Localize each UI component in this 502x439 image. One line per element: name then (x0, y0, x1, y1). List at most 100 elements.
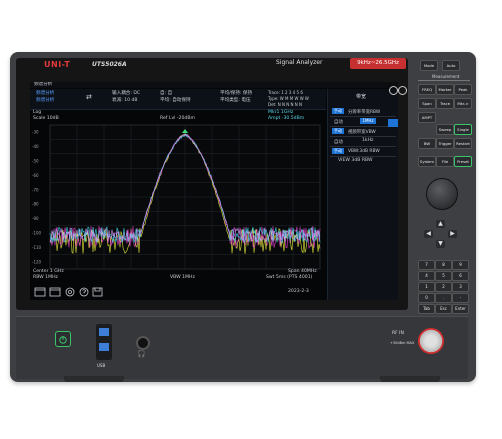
system-key[interactable]: System (418, 156, 436, 167)
datetime: 2023-2-3 (288, 289, 309, 294)
analyzer-screen: 频谱分析 频谱分析 频谱分析 ⇄ 输入耦合: DC 衰减: 10 dB 自: 自… (30, 82, 398, 300)
restart-key[interactable]: Restart (454, 138, 472, 149)
single-key[interactable]: Single (454, 124, 472, 135)
panel-row-rbw-value[interactable]: 自动 1MHz (330, 117, 396, 127)
digit-8-key[interactable]: 8 (435, 260, 452, 270)
rbw-value[interactable]: 1MHz (360, 118, 376, 124)
y-tick-label: -90 (32, 216, 39, 221)
panel-row-vbw-value[interactable]: 自动 1kHz (330, 137, 396, 147)
rbw-mode-button[interactable]: 手动 (332, 108, 344, 114)
usb-port-1[interactable] (99, 328, 109, 336)
rbw-readout: RBW 1MHz (33, 275, 58, 280)
panel-row-ratio[interactable]: 手动 VBW:3dB RBW (330, 147, 396, 157)
decimal-key[interactable]: . (435, 293, 452, 303)
sweep-readout: Swt 5ms (PTS 4001) (266, 275, 313, 280)
softkey-panel: 带宽 手动 分辨率带宽RBW 自动 1MHz 手动 视频带宽VBW 自动 1kH… (327, 89, 398, 300)
trace-line: Trace: 1 2 3 4 5 6 (268, 90, 303, 95)
info-col-3-b: 平均类型: 电压 (220, 98, 251, 103)
usb-port-2[interactable] (99, 343, 109, 351)
rotary-knob[interactable] (426, 178, 458, 210)
auto-key[interactable]: Auto (442, 60, 460, 71)
digit-6-key[interactable]: 6 (452, 271, 469, 281)
spectrum-plot[interactable]: -30 -40 -50 -60 -70 -80 -90 -100 -110 -120 (30, 123, 326, 273)
usb-label: USB (97, 363, 106, 368)
file-key[interactable]: File (436, 156, 454, 167)
digit-9-key[interactable]: 9 (452, 260, 469, 270)
sweep-key[interactable]: Sweep (436, 124, 454, 135)
span-readout: Span 40MHz (288, 269, 317, 274)
info-col-1-b: 衰减: 10 dB (112, 98, 138, 103)
trace-key[interactable]: Trace (436, 98, 454, 109)
digit-1-key[interactable]: 1 (418, 282, 435, 292)
mode-key[interactable]: Mode (420, 60, 438, 71)
minus-key[interactable]: - (452, 293, 469, 303)
rf-in-label: RF IN (392, 331, 404, 336)
folder-icon[interactable] (34, 287, 46, 297)
swap-icon[interactable]: ⇄ (86, 93, 100, 101)
panel-side-tab[interactable] (388, 119, 398, 127)
enter-key[interactable]: Enter (452, 304, 469, 314)
arrow-left-icon[interactable]: ◀ (424, 230, 433, 238)
headphone-icon: 🎧 (137, 350, 146, 358)
headphone-jack[interactable] (136, 336, 150, 350)
ref-level: Ref Lvl -20dBm (160, 116, 195, 121)
left-foot (64, 376, 124, 382)
arrow-right-icon[interactable]: ▶ (448, 230, 457, 238)
info-col-3-a: 平均/保持: 保持 (220, 91, 253, 96)
ampt-key[interactable]: AMPT (418, 112, 436, 123)
mode-line-2[interactable]: 频谱分析 (36, 98, 54, 104)
y-tick-label: -80 (32, 202, 39, 207)
det-line: Det: N N N N N N (268, 102, 303, 107)
model-label: UTS5026A (92, 61, 127, 68)
gear-icon[interactable] (65, 287, 75, 297)
right-foot (380, 376, 440, 382)
trigger-key[interactable]: Trigger (436, 138, 454, 149)
vbw-auto-label: 自动 (334, 140, 343, 145)
digit-0-key[interactable]: 0 (418, 293, 435, 303)
rbw-label: 分辨率带宽RBW (348, 110, 381, 115)
measurement-section-label: Measurement (432, 74, 460, 79)
y-tick-label: -110 (32, 245, 42, 250)
info-header: 频谱分析 频谱分析 ⇄ 输入耦合: DC 衰减: 10 dB 自: 自 平均: … (30, 89, 326, 110)
arrow-down-icon[interactable]: ▼ (436, 240, 445, 248)
freq-key[interactable]: FREQ (418, 84, 436, 95)
vbw-readout: VBW 1MHz (170, 275, 195, 280)
usb-port-block (96, 324, 112, 360)
arrow-up-icon[interactable]: ▲ (436, 220, 445, 228)
y-tick-label: -70 (32, 187, 39, 192)
digit-4-key[interactable]: 4 (418, 271, 435, 281)
scale-div: Scale 10dB (33, 116, 59, 121)
screen-title: 频谱分析 (34, 82, 53, 87)
save-icon[interactable] (92, 287, 103, 297)
marker-key[interactable]: Marker (436, 84, 454, 95)
mkr-key[interactable]: Mkr-> (454, 98, 472, 109)
product-label: Signal Analyzer (276, 59, 323, 66)
rf-input-connector[interactable] (418, 328, 444, 354)
peak-key[interactable]: Peak (454, 84, 472, 95)
window-icon[interactable] (49, 287, 61, 297)
esc-key[interactable]: Esc (435, 304, 452, 314)
panel-row-vbw[interactable]: 手动 视频带宽VBW (330, 127, 396, 137)
tab-key[interactable]: Tab (418, 304, 435, 314)
vbw-mode-button[interactable]: 手动 (332, 128, 344, 134)
preset-key[interactable]: Preset (454, 156, 472, 167)
power-status-icon[interactable] (389, 86, 398, 95)
bw-key[interactable]: BW (418, 138, 436, 149)
digit-7-key[interactable]: 7 (418, 260, 435, 270)
rbw-auto-label: 自动 (334, 120, 343, 125)
settings-status-icon[interactable] (398, 86, 407, 95)
scale-type: Log (33, 110, 42, 115)
digit-2-key[interactable]: 2 (435, 282, 452, 292)
help-icon[interactable] (79, 287, 89, 297)
span-key[interactable]: Span (418, 98, 436, 109)
digit-5-key[interactable]: 5 (435, 271, 452, 281)
mode-line-1[interactable]: 频谱分析 (36, 91, 54, 97)
ratio-label: VBW:3dB RBW (348, 149, 380, 154)
panel-row-rbw[interactable]: 手动 分辨率带宽RBW (330, 107, 396, 117)
ratio-mode-button[interactable]: 手动 (332, 148, 344, 154)
vbw-value[interactable]: 1kHz (362, 138, 373, 144)
power-button[interactable] (55, 331, 71, 347)
y-tick-label: -40 (32, 144, 39, 149)
digit-3-key[interactable]: 3 (452, 282, 469, 292)
y-tick-label: -100 (32, 231, 42, 236)
